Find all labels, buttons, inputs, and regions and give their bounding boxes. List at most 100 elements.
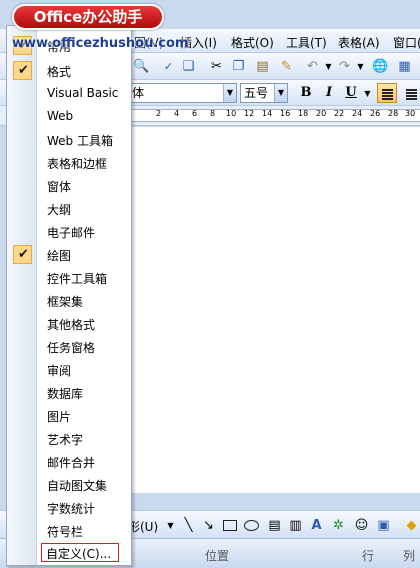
- menu-item-label: 图片: [47, 410, 72, 424]
- wordart-icon[interactable]: A: [308, 517, 325, 534]
- check-icon: ✔: [13, 245, 32, 264]
- print-preview-icon[interactable]: 🔍: [133, 58, 150, 75]
- menu-item-mail-merge[interactable]: 邮件合并: [8, 450, 131, 473]
- menu-item-label: 符号栏: [47, 525, 84, 539]
- watermark-url: www.officezhushou.com: [12, 36, 189, 51]
- ruler-tick-label: 12: [244, 109, 255, 118]
- font-name-combo[interactable]: 体 ▼: [128, 83, 237, 103]
- redo-dropdown-icon[interactable]: ▼: [352, 58, 369, 75]
- autoshapes-menu[interactable]: 形(U): [128, 518, 158, 535]
- menu-item-outline[interactable]: 大纲: [8, 197, 131, 220]
- menu-item-picture[interactable]: 图片: [8, 404, 131, 427]
- undo-icon[interactable]: ↶: [304, 58, 321, 75]
- menu-format[interactable]: 格式(O): [231, 34, 274, 51]
- status-column: 列: [403, 549, 416, 563]
- menu-item-reviewing[interactable]: 审阅: [8, 358, 131, 381]
- fill-color-icon[interactable]: ◆: [403, 517, 420, 534]
- diagram-icon[interactable]: ✲: [330, 517, 347, 534]
- menu-item-label: Visual Basic: [47, 86, 119, 100]
- font-size-value: 五号: [244, 86, 269, 100]
- font-size-combo[interactable]: 五号 ▼: [240, 83, 288, 103]
- menu-tools[interactable]: 工具(T): [286, 34, 327, 51]
- research-icon[interactable]: ❏: [180, 58, 197, 75]
- status-position: 位置: [205, 549, 230, 563]
- line-icon[interactable]: ╲: [180, 517, 197, 534]
- copy-icon[interactable]: ❐: [230, 58, 247, 75]
- menu-item-label: 框架集: [47, 295, 84, 309]
- ruler-tick-label: 30: [405, 109, 416, 118]
- menu-item-label: 绘图: [47, 249, 72, 263]
- ruler-tick-label: 6: [192, 109, 198, 118]
- align-left-button[interactable]: [401, 83, 420, 103]
- menu-item-autotext[interactable]: 自动图文集: [8, 473, 131, 496]
- menu-table[interactable]: 表格(A): [338, 34, 380, 51]
- ruler-tick-label: 14: [262, 109, 273, 118]
- menu-item-label: 自定义(C)...: [46, 547, 112, 561]
- menu-item-formatting[interactable]: ✔ 格式: [8, 59, 131, 82]
- paste-icon[interactable]: ▤: [254, 58, 271, 75]
- menu-item-email[interactable]: 电子邮件: [8, 220, 131, 243]
- menu-item-task-pane[interactable]: 任务窗格: [8, 335, 131, 358]
- align-justify-icon: [382, 89, 393, 91]
- arrow-icon[interactable]: ↘: [200, 517, 217, 534]
- underline-dropdown-icon[interactable]: ▼: [359, 85, 376, 102]
- menu-item-customize[interactable]: 自定义(C)...: [8, 541, 131, 564]
- undo-dropdown-icon[interactable]: ▼: [320, 58, 337, 75]
- toolbar-context-menu: ✔ 常用 ✔ 格式 Visual Basic Web Web 工具箱 表格和边框…: [6, 25, 132, 566]
- menu-item-label: Web: [47, 109, 74, 123]
- menu-item-label: 窗体: [47, 180, 72, 194]
- menu-item-label: 自动图文集: [47, 479, 108, 493]
- bold-button[interactable]: B: [297, 84, 315, 102]
- menu-item-web-tools[interactable]: Web 工具箱: [8, 128, 131, 151]
- ruler-tick-label: 24: [352, 109, 363, 118]
- oval-icon[interactable]: [244, 520, 259, 531]
- menu-item-other-formats[interactable]: 其他格式: [8, 312, 131, 335]
- vertical-text-box-icon[interactable]: ▥: [287, 517, 304, 534]
- format-painter-icon[interactable]: ✎: [278, 58, 295, 75]
- document-page[interactable]: [130, 127, 420, 493]
- menu-item-drawing[interactable]: ✔ 绘图: [8, 243, 131, 266]
- chevron-down-icon[interactable]: ▼: [223, 84, 236, 102]
- hyperlink-icon[interactable]: 🌐: [372, 58, 389, 75]
- menu-item-label: 控件工具箱: [47, 272, 108, 286]
- italic-button[interactable]: I: [320, 84, 338, 102]
- underline-button[interactable]: U: [342, 84, 360, 102]
- menu-item-label: 任务窗格: [47, 341, 96, 355]
- ruler-tick-label: 22: [334, 109, 345, 118]
- spelling-icon[interactable]: ✓: [160, 58, 177, 75]
- site-logo: Office办公助手: [12, 4, 164, 30]
- ruler-tick-label: 28: [388, 109, 399, 118]
- menu-item-wordart[interactable]: 艺术字: [8, 427, 131, 450]
- menu-item-tables-borders[interactable]: 表格和边框: [8, 151, 131, 174]
- menu-item-forms[interactable]: 窗体: [8, 174, 131, 197]
- chevron-down-icon[interactable]: ▼: [274, 84, 287, 102]
- menu-item-frames[interactable]: 框架集: [8, 289, 131, 312]
- align-justify-button[interactable]: [377, 83, 397, 103]
- cut-icon[interactable]: ✂: [208, 58, 225, 75]
- menu-item-word-count[interactable]: 字数统计: [8, 496, 131, 519]
- ruler-tick-label: 8: [210, 109, 216, 118]
- menu-item-visual-basic[interactable]: Visual Basic: [8, 82, 131, 105]
- menu-item-label: 邮件合并: [47, 456, 96, 470]
- menu-window[interactable]: 窗口(: [393, 34, 420, 51]
- menu-item-web[interactable]: Web: [8, 105, 131, 128]
- autoshapes-dropdown-icon[interactable]: ▼: [162, 517, 179, 534]
- tables-borders-icon[interactable]: ▦: [396, 58, 413, 75]
- redo-icon[interactable]: ↷: [336, 58, 353, 75]
- insert-picture-icon[interactable]: ▣: [375, 517, 392, 534]
- menu-item-label: 电子邮件: [47, 226, 96, 240]
- menu-item-database[interactable]: 数据库: [8, 381, 131, 404]
- clip-art-icon[interactable]: ☺: [353, 517, 370, 534]
- menu-item-label: 字数统计: [47, 502, 96, 516]
- check-icon: ✔: [13, 61, 32, 80]
- ruler-tick-label: 20: [316, 109, 327, 118]
- menu-item-control-toolbox[interactable]: 控件工具箱: [8, 266, 131, 289]
- menu-item-label: 数据库: [47, 387, 84, 401]
- ruler-tick-label: 18: [298, 109, 309, 118]
- text-box-icon[interactable]: ▤: [266, 517, 283, 534]
- menu-item-label: 其他格式: [47, 318, 96, 332]
- rectangle-icon[interactable]: [223, 520, 237, 531]
- ruler-tick-label: 26: [370, 109, 381, 118]
- menu-item-symbol-bar[interactable]: 符号栏: [8, 519, 131, 542]
- menu-item-label: 格式: [47, 65, 72, 79]
